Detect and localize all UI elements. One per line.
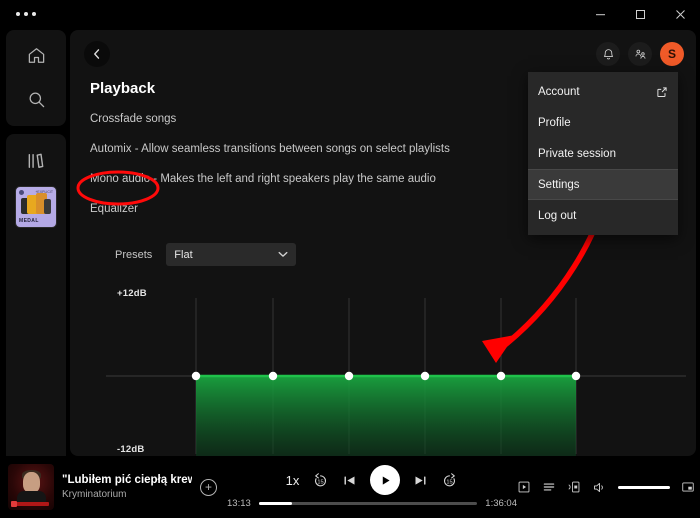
rewind-15-icon[interactable]: 15 xyxy=(312,472,329,489)
preset-select[interactable]: Flat xyxy=(166,243,297,266)
close-button[interactable] xyxy=(660,0,700,28)
user-avatar[interactable]: S xyxy=(660,42,684,66)
svg-text:15: 15 xyxy=(318,479,324,485)
chevron-down-icon xyxy=(278,251,288,258)
menu-item-label: Profile xyxy=(538,116,571,129)
overflow-menu-icon[interactable] xyxy=(16,12,36,16)
back-button[interactable] xyxy=(84,41,110,67)
album-title: MEDAL xyxy=(19,218,39,224)
eq-plot-area[interactable] xyxy=(86,286,696,456)
minimize-button[interactable] xyxy=(580,0,620,28)
setting-crossfade-songs[interactable]: Crossfade songs xyxy=(90,112,176,126)
playback-speed-button[interactable]: 1x xyxy=(286,473,300,488)
menu-item-label: Private session xyxy=(538,147,616,160)
equalizer-chart[interactable]: +12dB -12dB xyxy=(86,286,686,456)
track-meta: "Lubiłem pić ciepłą krew Kryminatorium xyxy=(62,474,192,500)
track-subtitle[interactable]: Kryminatorium xyxy=(62,489,192,500)
header-actions: S xyxy=(596,42,684,66)
preset-selected-value: Flat xyxy=(174,248,193,261)
eq-band-handle-2[interactable] xyxy=(268,371,278,381)
play-button[interactable] xyxy=(370,465,401,495)
sidebar-library-card: +EXPLICIT MEDAL xyxy=(6,134,66,484)
eq-band-handle-3[interactable] xyxy=(344,371,354,381)
album-dot-icon xyxy=(19,190,24,195)
setting-mono-audio[interactable]: Mono audio - Makes the left and right sp… xyxy=(90,172,436,186)
volume-icon[interactable] xyxy=(592,480,607,495)
home-icon[interactable] xyxy=(19,40,53,70)
player-extra-controls xyxy=(517,480,700,495)
queue-icon[interactable] xyxy=(542,480,556,494)
transport-controls: 1x 15 15 xyxy=(286,465,459,495)
maximize-button[interactable] xyxy=(620,0,660,28)
menu-item-account[interactable]: Account xyxy=(528,76,678,107)
next-track-icon[interactable] xyxy=(413,473,428,488)
now-playing-view-icon[interactable] xyxy=(517,480,531,494)
eq-band-handle-6[interactable] xyxy=(571,371,581,381)
menu-item-log-out[interactable]: Log out xyxy=(528,200,678,231)
previous-track-icon[interactable] xyxy=(342,473,357,488)
forward-15-icon[interactable]: 15 xyxy=(441,472,458,489)
volume-slider[interactable] xyxy=(618,485,670,489)
menu-item-label: Account xyxy=(538,85,580,98)
presets-label: Presets xyxy=(115,248,153,261)
playback-progress: 13:13 1:36:04 xyxy=(227,498,517,509)
menu-item-label: Settings xyxy=(538,178,580,191)
add-to-library-icon[interactable]: + xyxy=(200,478,217,496)
connect-device-icon[interactable] xyxy=(567,480,581,494)
eq-area-fill xyxy=(196,376,576,456)
track-title[interactable]: "Lubiłem pić ciepłą krew xyxy=(62,474,192,486)
search-icon[interactable] xyxy=(19,84,53,114)
setting-automix[interactable]: Automix - Allow seamless transitions bet… xyxy=(90,142,450,156)
eq-band-handle-1[interactable] xyxy=(191,371,201,381)
notifications-bell-icon[interactable] xyxy=(596,42,620,66)
eq-band-handle-5[interactable] xyxy=(496,371,506,381)
menu-item-private-session[interactable]: Private session xyxy=(528,138,678,169)
eq-band-handle-4[interactable] xyxy=(420,371,430,381)
album-figure xyxy=(44,199,51,214)
now-playing-artwork[interactable] xyxy=(8,464,54,510)
progress-fill xyxy=(258,502,292,505)
friend-activity-icon[interactable] xyxy=(628,42,652,66)
menu-item-settings[interactable]: Settings xyxy=(528,169,678,200)
artwork-detail xyxy=(23,472,40,493)
presets-row: Presets Flat xyxy=(115,243,680,266)
sidebar-album-item[interactable]: +EXPLICIT MEDAL xyxy=(15,186,57,228)
window-titlebar xyxy=(0,0,700,28)
elapsed-time: 13:13 xyxy=(227,498,251,509)
player-bar: "Lubiłem pić ciepłą krew Kryminatorium +… xyxy=(0,456,700,518)
library-icon[interactable] xyxy=(19,146,53,176)
sidebar-nav-card xyxy=(6,30,66,126)
menu-item-label: Log out xyxy=(538,209,577,222)
total-duration: 1:36:04 xyxy=(485,498,517,509)
left-sidebar: +EXPLICIT MEDAL xyxy=(6,30,66,484)
progress-slider[interactable] xyxy=(258,502,478,505)
setting-equalizer[interactable]: Equalizer xyxy=(90,202,138,216)
player-controls-area: 1x 15 15 13:13 1:36:04 xyxy=(217,465,517,509)
menu-item-profile[interactable]: Profile xyxy=(528,107,678,138)
artwork-badge xyxy=(11,501,17,507)
svg-text:15: 15 xyxy=(447,479,453,485)
content-header: S xyxy=(70,30,696,78)
external-link-icon xyxy=(656,86,668,98)
now-playing-info: "Lubiłem pić ciepłą krew Kryminatorium + xyxy=(0,464,217,510)
miniplayer-icon[interactable] xyxy=(681,480,695,494)
spotify-app-window: +EXPLICIT MEDAL S Playback Crossfade son… xyxy=(0,0,700,518)
account-dropdown-menu: Account Profile Private session Settings… xyxy=(528,72,678,235)
